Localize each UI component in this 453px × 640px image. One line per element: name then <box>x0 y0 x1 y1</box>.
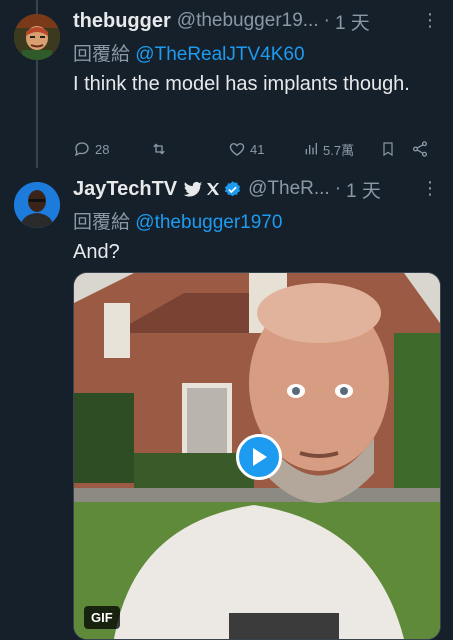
display-name[interactable]: JayTechTV <box>73 178 177 201</box>
reply-button[interactable]: 28 <box>73 140 109 158</box>
tweet-header: JayTechTV @TheR... · 1 天 <box>73 176 443 202</box>
share-button[interactable] <box>411 140 429 158</box>
action-bar: 28 41 5.7萬 <box>73 137 437 161</box>
badges <box>183 180 242 199</box>
retweet-button[interactable] <box>149 140 169 158</box>
separator-dot: · <box>323 10 330 31</box>
x-logo-icon <box>207 183 220 195</box>
user-handle[interactable]: @TheR... <box>248 178 330 200</box>
bookmark-button[interactable] <box>380 140 396 158</box>
reply-prefix: 回覆給 <box>73 212 131 233</box>
views-button[interactable]: 5.7萬 <box>303 140 354 159</box>
reply-context: 回覆給 @thebugger1970 <box>73 207 282 234</box>
gif-badge: GIF <box>84 606 120 629</box>
reply-to-mention[interactable]: @TheRealJTV4K60 <box>135 44 304 65</box>
play-button[interactable] <box>236 434 282 480</box>
cartoon-avatar-icon <box>14 14 60 60</box>
retweet-icon <box>153 143 165 155</box>
reply-icon <box>74 142 89 157</box>
share-icon <box>412 141 428 157</box>
bird-icon <box>183 181 203 197</box>
person-avatar-icon <box>14 182 60 228</box>
separator-dot: · <box>334 178 342 199</box>
tweet-text: I think the model has implants though. <box>73 73 410 95</box>
reply-context: 回覆給 @TheRealJTV4K60 <box>73 39 305 66</box>
tweet-thebugger[interactable]: thebugger @thebugger19... · 1 天 ⋮ 回覆給 @T… <box>0 0 453 168</box>
verified-badge-icon <box>225 180 241 196</box>
more-options-icon[interactable]: ⋮ <box>421 178 439 199</box>
bookmark-icon <box>383 142 393 157</box>
like-count: 41 <box>250 141 265 157</box>
timestamp[interactable]: 1 天 <box>346 176 381 202</box>
tweet-text: And? <box>73 241 120 263</box>
tweet-header: thebugger @thebugger19... · 1 天 <box>73 8 443 34</box>
timestamp[interactable]: 1 天 <box>335 8 370 34</box>
gif-media[interactable]: GIF <box>73 272 441 640</box>
reply-to-mention[interactable]: @thebugger1970 <box>135 212 282 233</box>
more-options-icon[interactable]: ⋮ <box>421 10 439 31</box>
user-handle[interactable]: @thebugger19... <box>177 10 319 32</box>
like-button[interactable]: 41 <box>228 140 264 158</box>
display-name[interactable]: thebugger <box>73 10 171 33</box>
avatar-thebugger[interactable] <box>14 14 60 60</box>
views-bar-chart-icon <box>305 143 317 155</box>
reply-prefix: 回覆給 <box>73 44 131 65</box>
view-count: 5.7萬 <box>323 142 355 158</box>
reply-count: 28 <box>95 141 110 157</box>
avatar-jaytechtv[interactable] <box>14 182 60 228</box>
play-icon <box>253 448 267 466</box>
heart-icon <box>229 143 245 156</box>
